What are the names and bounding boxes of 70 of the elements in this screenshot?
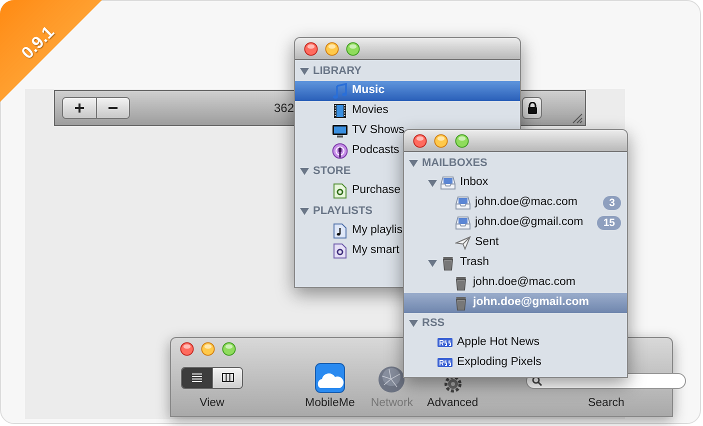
zoom-button[interactable] [346, 42, 360, 56]
trash-can-icon [440, 255, 456, 271]
section-header: PLAYLISTS [313, 204, 372, 219]
document-icon [332, 223, 348, 239]
paper-plane-icon [455, 235, 471, 251]
lock-icon [526, 102, 538, 114]
section-header: RSS [422, 316, 445, 331]
inbox-tray-icon [455, 215, 471, 231]
section-header: STORE [313, 164, 351, 179]
disclosure-triangle-icon[interactable] [409, 158, 418, 168]
toolbar-label: Network [370, 396, 414, 411]
sidebar-item[interactable]: My smart [295, 241, 400, 261]
resize-grip-icon[interactable] [572, 113, 583, 124]
toolbar-label: Advanced [427, 396, 478, 411]
film-strip-icon [332, 103, 348, 119]
column-view-button[interactable] [212, 368, 242, 388]
close-button[interactable] [413, 134, 427, 148]
unread-count-badge: 15 [597, 216, 621, 230]
toolbar-button[interactable]: + [63, 98, 96, 118]
sidebar-item[interactable]: john.doe@mac.com 3 [404, 193, 627, 213]
cloud-icon[interactable] [314, 362, 345, 393]
unread-count-badge: 3 [603, 196, 621, 210]
minimize-button[interactable] [201, 342, 215, 356]
search-label: Search [588, 396, 624, 411]
list-view-button[interactable] [182, 368, 212, 388]
disclosure-triangle-icon[interactable] [300, 206, 309, 216]
document-icon [332, 183, 348, 199]
lock-button[interactable] [522, 97, 542, 119]
view-label: View [200, 396, 224, 411]
section-header: LIBRARY [313, 64, 362, 79]
item-count: 362 [274, 100, 294, 117]
sidebar-item[interactable]: Music [295, 81, 520, 101]
sidebar-item[interactable]: Sent [404, 233, 627, 253]
trash-can-icon [453, 275, 469, 291]
sidebar-item[interactable]: john.doe@mac.com [404, 273, 627, 293]
toolbar-button[interactable]: − [96, 98, 129, 118]
sidebar-item[interactable]: Exploding Pixels [404, 353, 627, 373]
sidebar-item[interactable]: Trash [404, 253, 627, 273]
inbox-tray-icon [455, 195, 471, 211]
disclosure-triangle-icon[interactable] [300, 166, 309, 176]
disclosure-triangle-icon[interactable] [428, 258, 437, 268]
inbox-tray-icon [440, 175, 456, 191]
minimize-button[interactable] [434, 134, 448, 148]
toolbar-label: MobileMe [305, 396, 355, 411]
disclosure-triangle-icon[interactable] [428, 178, 437, 188]
sidebar-item[interactable]: TV Shows [295, 121, 404, 141]
close-button[interactable] [304, 42, 318, 56]
sidebar-item[interactable]: My playlis [295, 221, 402, 241]
trash-can-icon [453, 295, 469, 311]
search-icon [532, 376, 542, 386]
document-icon [332, 243, 348, 259]
section-header: MAILBOXES [422, 156, 488, 171]
zoom-button[interactable] [222, 342, 236, 356]
sidebar-item[interactable]: Movies [295, 101, 388, 121]
disclosure-triangle-icon[interactable] [409, 318, 418, 328]
globe-icon[interactable] [378, 366, 406, 393]
sidebar-item[interactable]: Podcasts [295, 141, 400, 161]
minimize-button[interactable] [325, 42, 339, 56]
close-button[interactable] [180, 342, 194, 356]
list-icon [191, 372, 203, 384]
monitor-icon [332, 123, 348, 139]
disclosure-triangle-icon[interactable] [300, 66, 309, 76]
sidebar-item[interactable]: Inbox [404, 173, 627, 193]
podcast-icon [332, 143, 348, 159]
sidebar-item[interactable]: john.doe@gmail.com 15 [404, 213, 627, 233]
columns-icon [222, 372, 234, 384]
sidebar-item[interactable]: Apple Hot News [404, 333, 627, 353]
music-note-icon [332, 83, 348, 99]
zoom-button[interactable] [455, 134, 469, 148]
sidebar-item[interactable]: Purchase [295, 181, 401, 201]
